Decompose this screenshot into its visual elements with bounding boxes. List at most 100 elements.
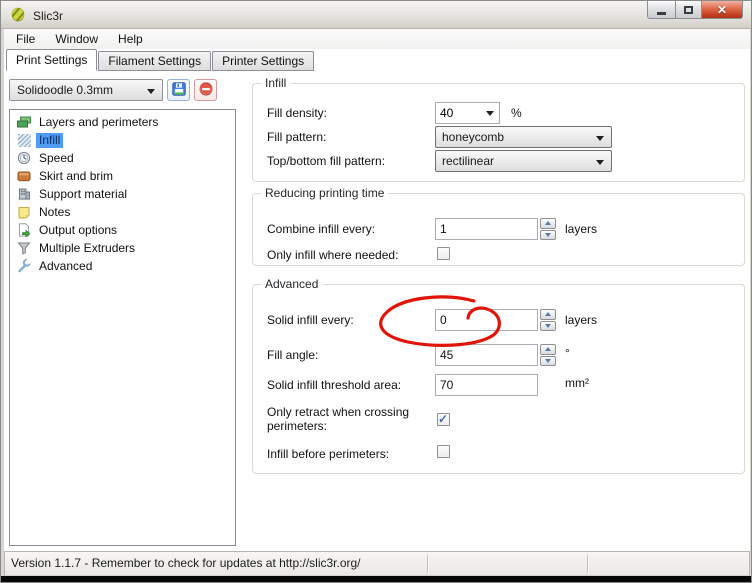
- fill-density-label: Fill density:: [267, 106, 433, 120]
- skirt-box-icon: [16, 168, 32, 184]
- combine-infill-label: Combine infill every:: [267, 222, 433, 236]
- settings-tree: Layers and perimeters Infill Speed: [9, 109, 236, 546]
- solid-infill-threshold-label: Solid infill threshold area:: [267, 378, 433, 392]
- minimize-icon: [657, 12, 666, 15]
- fill-density-combo[interactable]: [435, 102, 500, 124]
- notes-icon: [16, 204, 32, 220]
- funnel-icon: [16, 240, 32, 256]
- tree-item-output-options[interactable]: Output options: [10, 221, 235, 239]
- status-separator: [587, 555, 588, 573]
- top-bottom-fill-pattern-select[interactable]: rectilinear: [435, 150, 612, 172]
- chevron-down-icon[interactable]: [486, 111, 494, 116]
- tab-filament-settings[interactable]: Filament Settings: [98, 51, 211, 71]
- chevron-down-icon: [596, 160, 604, 165]
- menu-help[interactable]: Help: [108, 29, 153, 49]
- window-controls: ✕: [647, 1, 743, 19]
- tree-item-layers-and-perimeters[interactable]: Layers and perimeters: [10, 113, 235, 131]
- tree-label: Layers and perimeters: [36, 115, 161, 130]
- bottom-black-strip: [1, 576, 752, 583]
- maximize-button[interactable]: [675, 1, 702, 19]
- spin-down-button[interactable]: [540, 321, 556, 332]
- tree-item-support-material[interactable]: Support material: [10, 185, 235, 203]
- spin-up-button[interactable]: [540, 309, 556, 320]
- tree-label: Output options: [36, 223, 120, 238]
- combine-infill-spinner: [540, 218, 556, 240]
- floppy-save-icon: [172, 82, 186, 99]
- spin-up-button[interactable]: [540, 344, 556, 355]
- spin-down-button[interactable]: [540, 230, 556, 241]
- group-title: Reducing printing time: [261, 186, 388, 200]
- fill-pattern-select[interactable]: honeycomb: [435, 126, 612, 148]
- speed-clock-icon: [16, 150, 32, 166]
- chevron-down-icon: [147, 89, 155, 94]
- spin-down-button[interactable]: [540, 356, 556, 367]
- group-title: Infill: [261, 76, 290, 90]
- tree-label: Skirt and brim: [36, 169, 116, 184]
- status-separator: [427, 555, 428, 573]
- tree-label: Multiple Extruders: [36, 241, 138, 256]
- output-arrow-icon: [16, 222, 32, 238]
- fill-pattern-label: Fill pattern:: [267, 130, 433, 144]
- tree-item-infill[interactable]: Infill: [10, 131, 235, 149]
- minimize-button[interactable]: [647, 1, 676, 19]
- group-infill: Infill Fill density: % Fill pattern: hon…: [252, 83, 745, 182]
- fill-density-input[interactable]: [436, 103, 480, 123]
- fill-pattern-value: honeycomb: [442, 130, 504, 144]
- top-bottom-fill-pattern-value: rectilinear: [442, 154, 494, 168]
- wrench-icon: [16, 258, 32, 274]
- arrow-up-icon: [545, 312, 551, 316]
- tree-item-skirt-and-brim[interactable]: Skirt and brim: [10, 167, 235, 185]
- tab-print-settings[interactable]: Print Settings: [6, 49, 97, 71]
- slic3r-logo-icon: [10, 6, 26, 25]
- tree-item-advanced[interactable]: Advanced: [10, 257, 235, 275]
- group-title: Advanced: [261, 277, 322, 291]
- maximize-icon: [684, 6, 693, 14]
- preset-value: Solidoodle 0.3mm: [17, 83, 113, 97]
- tree-item-speed[interactable]: Speed: [10, 149, 235, 167]
- save-preset-button[interactable]: [167, 79, 190, 101]
- support-building-icon: [16, 186, 32, 202]
- group-advanced: Advanced Solid infill every: layers Fill…: [252, 284, 745, 474]
- fill-angle-input[interactable]: [435, 344, 538, 366]
- menu-file[interactable]: File: [6, 29, 45, 49]
- arrow-up-icon: [545, 221, 551, 225]
- status-text: Version 1.1.7 - Remember to check for up…: [11, 556, 361, 570]
- fill-angle-label: Fill angle:: [267, 348, 433, 362]
- tree-label: Infill: [36, 133, 63, 148]
- tree-label: Notes: [36, 205, 73, 220]
- solid-infill-every-input[interactable]: [435, 309, 538, 331]
- infill-before-perimeters-checkbox[interactable]: [437, 445, 450, 458]
- solid-infill-every-label: Solid infill every:: [267, 313, 433, 327]
- arrow-down-icon: [545, 233, 551, 237]
- fill-angle-unit: °: [565, 346, 570, 360]
- preset-select[interactable]: Solidoodle 0.3mm: [9, 79, 163, 101]
- tree-item-multiple-extruders[interactable]: Multiple Extruders: [10, 239, 235, 257]
- arrow-down-icon: [545, 324, 551, 328]
- layers-icon: [16, 114, 32, 130]
- only-infill-where-needed-checkbox[interactable]: [437, 247, 450, 260]
- preset-row: Solidoodle 0.3mm: [9, 79, 217, 101]
- solid-infill-threshold-input[interactable]: [435, 374, 538, 396]
- solid-infill-threshold-unit: mm²: [565, 376, 589, 390]
- chevron-down-icon: [596, 136, 604, 141]
- close-button[interactable]: ✕: [701, 1, 743, 19]
- menu-window[interactable]: Window: [45, 29, 108, 49]
- solid-infill-every-spinner: [540, 309, 556, 331]
- combine-infill-unit: layers: [565, 222, 597, 236]
- group-reducing-printing-time: Reducing printing time Combine infill ev…: [252, 193, 745, 266]
- tree-label: Speed: [36, 151, 77, 166]
- status-bar: Version 1.1.7 - Remember to check for up…: [4, 551, 750, 576]
- combine-infill-input[interactable]: [435, 218, 538, 240]
- infill-before-perimeters-label: Infill before perimeters:: [267, 447, 433, 461]
- tree-label: Support material: [36, 187, 130, 202]
- only-retract-checkbox[interactable]: [437, 413, 450, 426]
- delete-preset-button[interactable]: [194, 79, 217, 101]
- delete-circle-icon: [199, 82, 213, 99]
- main-page: Print Settings Filament Settings Printer…: [4, 49, 750, 551]
- slic3r-window: Slic3r ✕ File Window Help Print Settings…: [0, 0, 752, 583]
- fill-density-unit: %: [511, 106, 522, 120]
- spin-up-button[interactable]: [540, 218, 556, 229]
- arrow-up-icon: [545, 347, 551, 351]
- tab-printer-settings[interactable]: Printer Settings: [212, 51, 314, 71]
- tree-item-notes[interactable]: Notes: [10, 203, 235, 221]
